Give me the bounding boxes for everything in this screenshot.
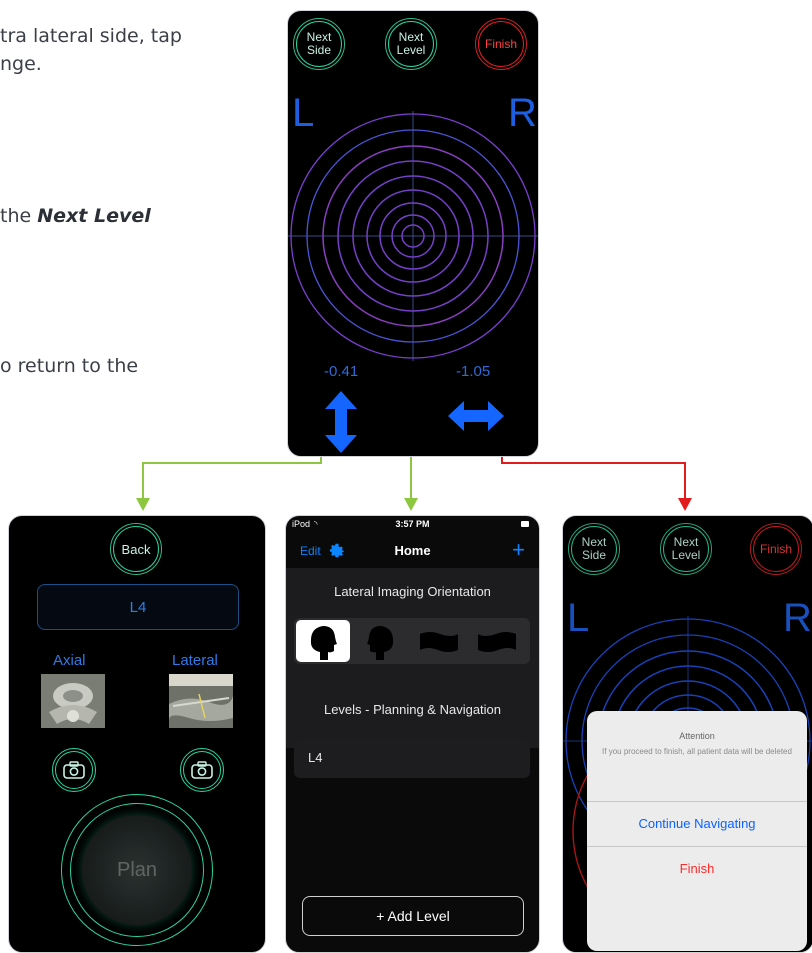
level-field[interactable]: L4 (37, 584, 239, 630)
back-button[interactable]: Back (110, 523, 162, 575)
alert-message: If you proceed to finish, all patient da… (602, 747, 792, 756)
head-profile-icon (310, 626, 337, 660)
level-row-label: L4 (308, 750, 323, 765)
camera-icon (63, 761, 85, 779)
back-label: Back (121, 541, 151, 557)
alert-title: Attention (679, 731, 715, 741)
lateral-label: Lateral (172, 652, 218, 669)
lateral-image[interactable] (169, 674, 233, 728)
navigation-screen: Next Side Next Level Finish L R -0.41 -1… (287, 10, 539, 457)
lateral-camera-button[interactable] (180, 748, 224, 792)
add-level-button[interactable]: + Add Level (302, 896, 524, 936)
head-profile-icon (367, 626, 394, 660)
level-field-value: L4 (129, 598, 147, 616)
body-lateral-icon (478, 632, 516, 652)
alert-divider (587, 846, 807, 847)
next-level-label: Next Level (396, 30, 426, 57)
add-icon[interactable]: + (512, 537, 525, 563)
doc-line-3: the Next Level (0, 202, 151, 230)
continue-navigating-button[interactable]: Continue Navigating (587, 816, 807, 831)
status-bar: iPod ◝ 3:57 PM (286, 519, 539, 533)
nav-bar: Edit Home + (286, 536, 539, 566)
battery-icon (521, 521, 529, 527)
body-lateral-icon (420, 632, 458, 652)
orientation-header: Lateral Imaging Orientation (334, 584, 491, 599)
green-connector-center (404, 451, 418, 511)
plan-button-core: Plan (82, 815, 192, 925)
next-level-button[interactable]: Next Level (385, 18, 437, 70)
level-screen: Back L4 Axial Lateral Plan (8, 515, 266, 953)
orientation-option-prone-right[interactable] (470, 620, 524, 662)
axial-label: Axial (53, 652, 86, 669)
green-connector-left (136, 451, 322, 511)
level-row[interactable]: L4 (294, 738, 530, 778)
orientation-segmented-control (294, 618, 530, 664)
plan-label: Plan (116, 858, 158, 881)
axial-image[interactable] (41, 674, 105, 728)
doc-line-2: nge. (0, 53, 42, 75)
orientation-option-prone-left[interactable] (412, 620, 466, 662)
next-side-button[interactable]: Next Side (293, 18, 345, 70)
doc-line-1: tra lateral side, tap (0, 25, 182, 47)
next-side-label: Next Side (306, 30, 332, 57)
alert-divider (587, 801, 807, 802)
levels-header: Levels - Planning & Navigation (323, 702, 502, 717)
horizontal-angle-value: -1.05 (456, 363, 491, 380)
up-down-arrow-icon (325, 391, 357, 453)
orientation-option-head-left-selected[interactable] (296, 620, 350, 662)
nav-title: Home (394, 543, 431, 558)
finish-confirmation-screen: Next Side Next Level Finish L R Attentio… (562, 515, 812, 953)
finish-label: Finish (484, 36, 517, 51)
camera-icon (191, 761, 213, 779)
red-connector-right (501, 451, 692, 511)
doc-line-4: o return to the (0, 355, 139, 377)
status-time: 3:57 PM (395, 519, 430, 529)
left-right-arrow-icon (448, 401, 504, 431)
doc-line-3-text: the (0, 205, 38, 227)
finish-confirm-button[interactable]: Finish (587, 861, 807, 876)
doc-emphasis: Next Level (37, 205, 151, 227)
finish-alert: Attention If you proceed to finish, all … (587, 711, 807, 951)
target-rings (288, 111, 538, 361)
finish-button[interactable]: Finish (475, 18, 527, 70)
orientation-option-head-right[interactable] (354, 620, 408, 662)
home-screen: iPod ◝ 3:57 PM Edit Home + Lateral Imagi… (285, 515, 540, 953)
vertical-angle-value: -0.41 (324, 363, 359, 380)
add-level-label: + Add Level (376, 908, 450, 924)
axial-camera-button[interactable] (52, 748, 96, 792)
plan-button[interactable]: Plan (61, 794, 213, 946)
